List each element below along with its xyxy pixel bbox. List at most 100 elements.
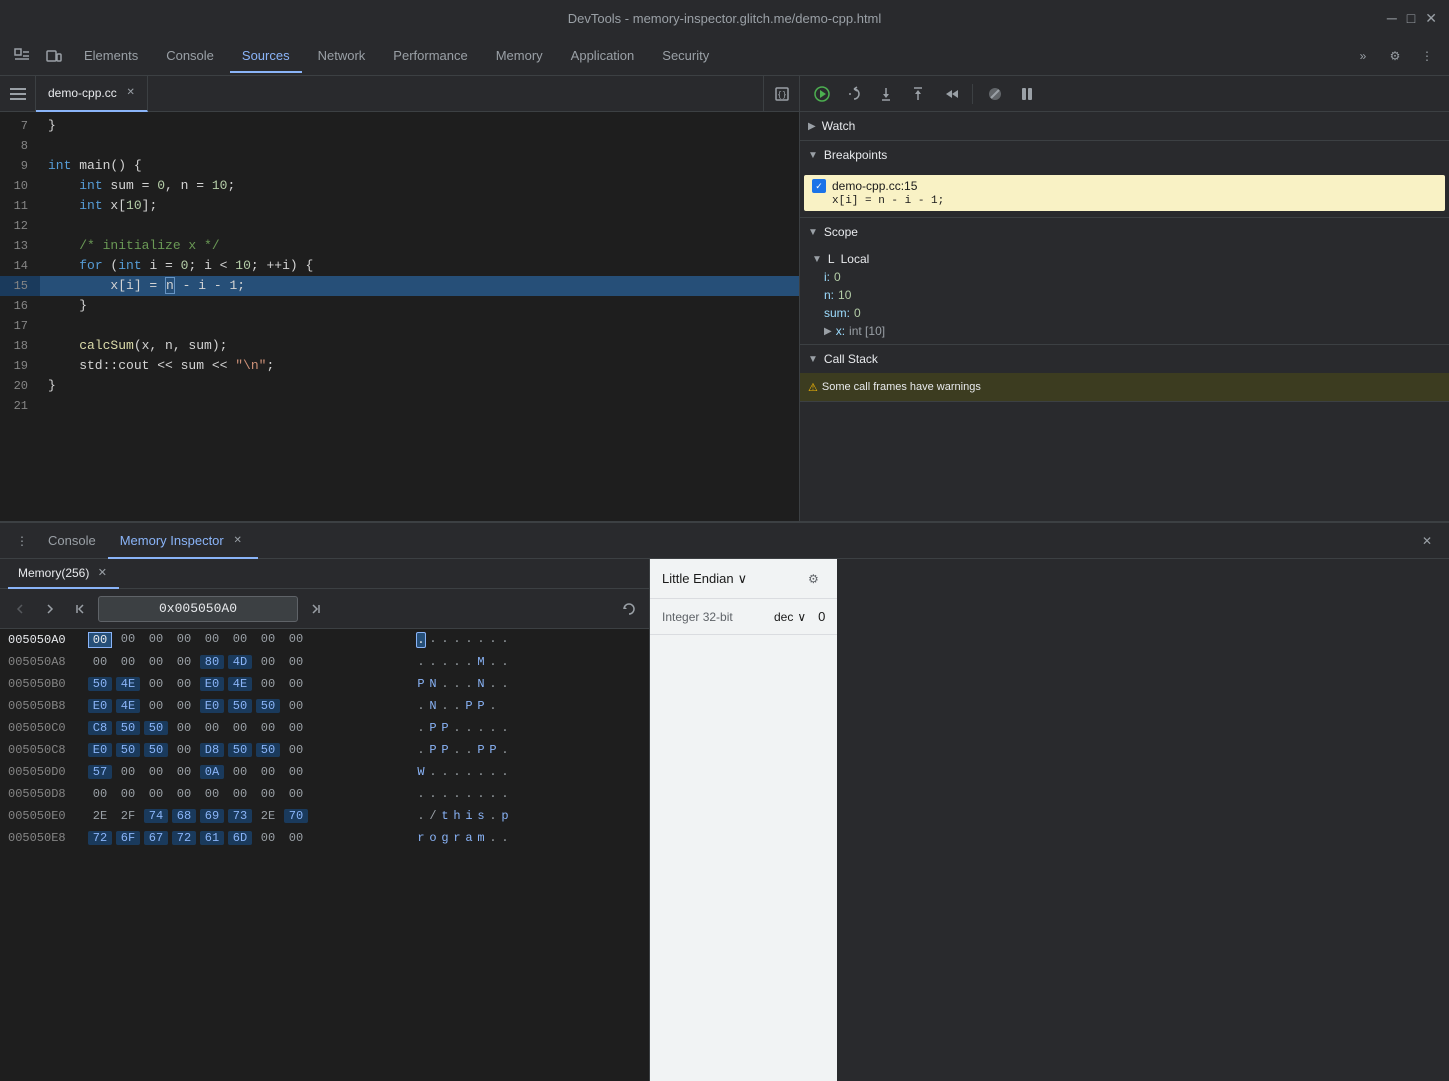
mem-byte[interactable]: E0 xyxy=(88,699,112,713)
breakpoints-header[interactable]: ▼ Breakpoints xyxy=(800,141,1449,169)
next-page-btn[interactable] xyxy=(304,597,328,621)
mem-byte[interactable]: 4D xyxy=(228,655,252,669)
pretty-print-btn[interactable]: {} xyxy=(763,76,799,112)
mem-byte[interactable]: 00 xyxy=(284,655,308,669)
close-btn[interactable]: ✕ xyxy=(1425,10,1437,27)
more-tabs-btn[interactable]: » xyxy=(1349,42,1377,70)
mem-byte[interactable]: 73 xyxy=(228,809,252,823)
mem-byte[interactable]: 00 xyxy=(144,677,168,691)
mem-byte[interactable]: 2F xyxy=(116,809,140,823)
mem-byte[interactable]: 00 xyxy=(228,632,252,648)
mem-byte[interactable]: 00 xyxy=(256,831,280,845)
mem-byte[interactable]: 00 xyxy=(228,787,252,801)
mem-byte[interactable]: 00 xyxy=(144,787,168,801)
mem-byte[interactable]: 00 xyxy=(256,677,280,691)
tab-memory[interactable]: Memory xyxy=(484,40,555,72)
mem-byte[interactable]: 50 xyxy=(144,743,168,757)
mem-byte[interactable]: 00 xyxy=(256,632,280,648)
mem-byte[interactable]: C8 xyxy=(88,721,112,735)
breakpoint-checkbox[interactable]: ✓ xyxy=(812,179,826,193)
gear-icon[interactable]: ⚙ xyxy=(801,567,825,591)
mem-byte[interactable]: D8 xyxy=(200,743,224,757)
mem-byte[interactable]: E0 xyxy=(200,699,224,713)
mem-byte[interactable]: 00 xyxy=(284,765,308,779)
mem-byte[interactable]: 00 xyxy=(200,721,224,735)
bottom-tab-menu-btn[interactable]: ⋮ xyxy=(8,527,36,555)
address-input[interactable] xyxy=(98,596,298,622)
mem-byte[interactable]: E0 xyxy=(88,743,112,757)
mem-byte[interactable]: 00 xyxy=(284,632,308,648)
step-over-btn[interactable] xyxy=(840,80,868,108)
tab-network[interactable]: Network xyxy=(306,40,378,72)
mem-byte[interactable]: 2E xyxy=(256,809,280,823)
bottom-tab-memory-inspector[interactable]: Memory Inspector ✕ xyxy=(108,523,258,559)
mem-byte[interactable]: 00 xyxy=(172,721,196,735)
mem-byte[interactable]: 00 xyxy=(256,787,280,801)
mem-byte[interactable]: 00 xyxy=(172,765,196,779)
file-tab-demo-cpp[interactable]: demo-cpp.cc ✕ xyxy=(36,76,148,112)
device-toolbar-icon[interactable] xyxy=(40,42,68,70)
prev-page-btn[interactable] xyxy=(68,597,92,621)
mem-byte[interactable]: 00 xyxy=(284,743,308,757)
format-selector[interactable]: dec ∨ xyxy=(774,610,806,624)
watch-header[interactable]: ▶ Watch xyxy=(800,112,1449,140)
mem-byte[interactable]: E0 xyxy=(200,677,224,691)
mem-byte[interactable]: 00 xyxy=(172,632,196,648)
mem-byte[interactable]: 4E xyxy=(228,677,252,691)
mem-byte[interactable]: 00 xyxy=(200,632,224,648)
mem-byte[interactable]: 00 xyxy=(172,743,196,757)
minimize-btn[interactable]: ─ xyxy=(1387,10,1397,27)
call-stack-header[interactable]: ▼ Call Stack xyxy=(800,345,1449,373)
resume-btn[interactable] xyxy=(808,80,836,108)
mem-byte[interactable]: 00 xyxy=(116,765,140,779)
mem-byte[interactable]: 00 xyxy=(284,721,308,735)
endian-selector[interactable]: Little Endian ∨ xyxy=(662,571,747,587)
tab-console[interactable]: Console xyxy=(154,40,226,72)
mem-byte[interactable]: 2E xyxy=(88,809,112,823)
mem-byte[interactable]: 00 xyxy=(116,632,140,648)
mem-byte[interactable]: 50 xyxy=(228,699,252,713)
mem-byte[interactable]: 69 xyxy=(200,809,224,823)
mem-byte[interactable]: 50 xyxy=(256,743,280,757)
mem-byte[interactable]: 00 xyxy=(116,787,140,801)
memory-tab-close[interactable]: ✕ xyxy=(95,566,109,580)
mem-byte[interactable]: 74 xyxy=(144,809,168,823)
step-into-btn[interactable] xyxy=(872,80,900,108)
inspect-element-icon[interactable] xyxy=(8,42,36,70)
mem-byte[interactable]: 50 xyxy=(88,677,112,691)
mem-byte[interactable]: 50 xyxy=(256,699,280,713)
mem-byte[interactable]: 00 xyxy=(172,655,196,669)
mem-byte[interactable]: 00 xyxy=(88,655,112,669)
mem-byte[interactable]: 4E xyxy=(116,677,140,691)
mem-byte[interactable]: 00 xyxy=(88,787,112,801)
back-btn[interactable] xyxy=(8,597,32,621)
mem-byte[interactable]: 00 xyxy=(144,655,168,669)
mem-byte[interactable]: 50 xyxy=(144,721,168,735)
sidebar-toggle[interactable] xyxy=(0,76,36,112)
mem-byte[interactable]: 00 xyxy=(172,677,196,691)
mem-byte[interactable]: 67 xyxy=(144,831,168,845)
mem-byte[interactable]: 00 xyxy=(172,699,196,713)
more-options-icon[interactable]: ⋮ xyxy=(1413,42,1441,70)
close-drawer-btn[interactable]: ✕ xyxy=(1413,527,1441,555)
mem-byte[interactable]: 80 xyxy=(200,655,224,669)
mem-byte[interactable]: 00 xyxy=(116,655,140,669)
mem-byte[interactable]: 00 xyxy=(256,655,280,669)
pause-on-exception-btn[interactable] xyxy=(1013,80,1041,108)
bottom-tab-close[interactable]: ✕ xyxy=(230,533,246,549)
tab-elements[interactable]: Elements xyxy=(72,40,150,72)
refresh-btn[interactable] xyxy=(617,597,641,621)
deactivate-breakpoints-btn[interactable] xyxy=(981,80,1009,108)
tab-sources[interactable]: Sources xyxy=(230,40,302,72)
mem-byte[interactable]: 00 xyxy=(200,787,224,801)
mem-byte[interactable]: 00 xyxy=(256,721,280,735)
mem-byte[interactable]: 00 xyxy=(284,699,308,713)
mem-byte[interactable]: 00 xyxy=(256,765,280,779)
mem-byte[interactable]: 00 xyxy=(144,765,168,779)
mem-byte[interactable]: 6F xyxy=(116,831,140,845)
forward-btn[interactable] xyxy=(38,597,62,621)
mem-byte[interactable]: 00 xyxy=(144,699,168,713)
window-controls[interactable]: ─ □ ✕ xyxy=(1387,10,1437,27)
mem-byte[interactable]: 72 xyxy=(172,831,196,845)
mem-byte[interactable]: 50 xyxy=(228,743,252,757)
